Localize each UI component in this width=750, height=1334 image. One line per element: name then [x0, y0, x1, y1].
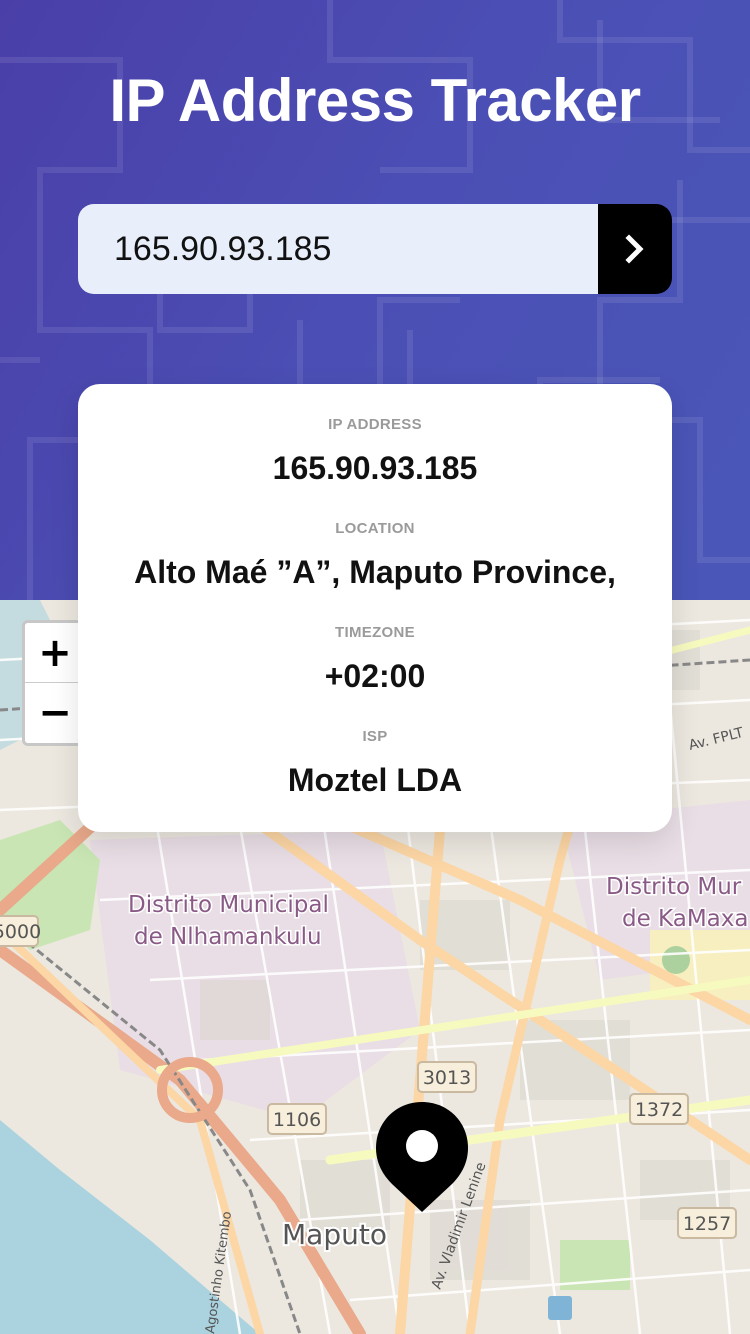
location-label: LOCATION — [335, 520, 415, 537]
map-label-district-1: Distrito Municipal — [128, 892, 329, 918]
search-submit-button[interactable] — [598, 204, 672, 294]
map-label-district-2: Distrito Mur — [606, 874, 742, 900]
poi-icon — [548, 1296, 572, 1320]
page-title: IP Address Tracker — [109, 67, 641, 134]
ip-search-input[interactable] — [78, 204, 598, 294]
zoom-in-button[interactable]: + — [25, 623, 85, 683]
map-shield-3013: 3013 — [423, 1067, 471, 1089]
svg-text:de KaMaxa: de KaMaxa — [622, 906, 748, 932]
map-shield-1106: 1106 — [273, 1109, 321, 1131]
timezone-value: +02:00 — [324, 658, 426, 694]
map-shield-1372: 1372 — [635, 1099, 683, 1121]
isp-label: ISP — [362, 728, 388, 745]
ip-address-label: IP ADDRESS — [328, 416, 422, 433]
svg-text:de Nlhamankulu: de Nlhamankulu — [134, 924, 322, 950]
map-shield-5000: 5000 — [0, 921, 41, 943]
timezone-label: TIMEZONE — [335, 624, 415, 641]
info-card: IP ADDRESS 165.90.93.185 LOCATION Alto M… — [78, 384, 672, 832]
location-value: Alto Maé ”A”, Maputo Province, — [134, 554, 616, 590]
search-bar — [78, 204, 672, 294]
ip-address-value: 165.90.93.185 — [272, 450, 478, 486]
map-label-kitembo: Agostinho Kitembo — [203, 1210, 235, 1334]
zoom-out-button[interactable]: − — [25, 683, 85, 743]
isp-value: Moztel LDA — [287, 762, 463, 798]
map-shield-1257: 1257 — [683, 1213, 731, 1235]
location-pin-icon[interactable] — [376, 1102, 468, 1212]
chevron-right-icon — [625, 234, 644, 264]
map-label-city: Maputo — [282, 1218, 387, 1251]
map-label-av-fplt: Av. FPLT — [687, 725, 745, 754]
